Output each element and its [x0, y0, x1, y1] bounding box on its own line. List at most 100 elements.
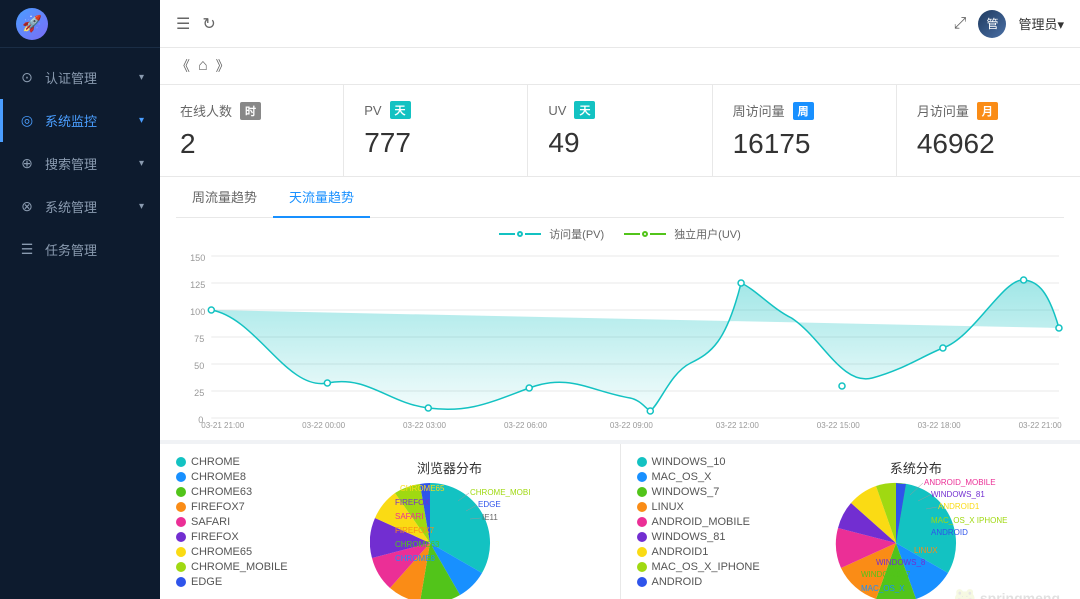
svg-text:ANDROID: ANDROID — [931, 528, 968, 537]
legend-color-win81 — [637, 532, 647, 542]
system-pie-svg: ANDROID_MOBILE WINDOWS_81 ANDROID1 MAC_O… — [816, 473, 1016, 599]
system-icon: ⊗ — [19, 198, 35, 215]
legend-edge: EDGE — [176, 576, 288, 588]
sidebar-label-tasks: 任务管理 — [45, 240, 97, 259]
legend-color-android-mobile — [637, 517, 647, 527]
svg-text:WINDOWS_8: WINDOWS_8 — [876, 558, 926, 567]
svg-text:100: 100 — [190, 307, 205, 317]
admin-label[interactable]: 管理员▾ — [1018, 14, 1064, 33]
topbar: ☰ ↻ ⤢ 管 管理员▾ — [160, 0, 1080, 48]
monitor-icon: ◎ — [19, 112, 35, 129]
svg-text:25: 25 — [194, 388, 204, 398]
legend-pv: 访问量(PV) — [499, 226, 604, 242]
tab-weekly[interactable]: 周流量趋势 — [176, 177, 273, 218]
svg-text:125: 125 — [190, 280, 205, 290]
svg-text:03-22 06:00: 03-22 06:00 — [504, 421, 548, 428]
legend-android-mobile: ANDROID_MOBILE — [637, 516, 760, 528]
chart-section: 周流量趋势 天流量趋势 访问量(PV) — [160, 177, 1080, 440]
svg-text:CHROME_MOBILE: CHROME_MOBILE — [470, 488, 530, 497]
legend-color-safari — [176, 517, 186, 527]
legend-chrome-mobile: CHROME_MOBILE — [176, 561, 288, 573]
logo-icon: 🚀 — [16, 8, 48, 40]
legend-color-chrome-mobile — [176, 562, 186, 572]
legend-firefox: FIREFOX — [176, 531, 288, 543]
svg-text:LINUX: LINUX — [914, 546, 938, 555]
browser-pie-title: 浏览器分布 — [417, 458, 482, 477]
legend-chrome63: CHROME63 — [176, 486, 288, 498]
sidebar-item-tasks[interactable]: ☰ 任务管理 — [0, 228, 160, 271]
legend-android: ANDROID — [637, 576, 760, 588]
legend-win10: WINDOWS_10 — [637, 456, 760, 468]
system-pie-area: 系统分布 — [768, 456, 1064, 599]
home-icon[interactable]: ⌂ — [198, 57, 208, 75]
browser-panel: CHROME CHROME8 CHROME63 FIREFOX7 — [160, 444, 621, 599]
stat-uv: UV 天 49 — [528, 85, 712, 176]
tab-daily[interactable]: 天流量趋势 — [273, 177, 370, 218]
system-pie-title: 系统分布 — [890, 458, 942, 477]
stat-badge-pv: 天 — [390, 101, 411, 119]
svg-text:CHROME8: CHROME8 — [395, 554, 436, 563]
chart-tabs: 周流量趋势 天流量趋势 — [176, 177, 1064, 218]
legend-color-win10 — [637, 457, 647, 467]
search-icon: ⊕ — [19, 155, 35, 172]
content-area: 《 ⌂ 》 在线人数 时 2 PV 天 777 UV — [160, 48, 1080, 599]
browser-pie-area: 浏览器分布 — [296, 456, 604, 599]
system-legend: WINDOWS_10 MAC_OS_X WINDOWS_7 LINUX — [637, 456, 760, 599]
legend-firefox7: FIREFOX7 — [176, 501, 288, 513]
legend-color-edge — [176, 577, 186, 587]
svg-text:MAC_OS_X: MAC_OS_X — [861, 584, 905, 593]
legend-color-firefox7 — [176, 502, 186, 512]
browser-legend: CHROME CHROME8 CHROME63 FIREFOX7 — [176, 456, 288, 599]
menu-icon[interactable]: ☰ — [176, 14, 190, 34]
expand-icon[interactable]: ⤢ — [954, 15, 967, 33]
sidebar-label-monitor: 系统监控 — [45, 111, 97, 130]
svg-text:FIREFOX7: FIREFOX7 — [395, 526, 435, 535]
stat-badge-uv: 天 — [574, 101, 595, 119]
svg-text:03-22 09:00: 03-22 09:00 — [610, 421, 654, 428]
svg-text:IE11: IE11 — [482, 513, 498, 522]
chart-container: 0 25 50 75 100 125 150 — [176, 248, 1064, 428]
bottom-section: CHROME CHROME8 CHROME63 FIREFOX7 — [160, 444, 1080, 599]
legend-color-chrome8 — [176, 472, 186, 482]
tasks-icon: ☰ — [19, 241, 35, 258]
svg-text:EDGE: EDGE — [478, 500, 501, 509]
chevron-icon-monitor: ▾ — [139, 115, 144, 126]
svg-text:CHROME65: CHROME65 — [400, 484, 445, 493]
stat-online: 在线人数 时 2 — [160, 85, 344, 176]
sidebar-item-search[interactable]: ⊕ 搜索管理 ▾ — [0, 142, 160, 185]
stat-monthly: 月访问量 月 46962 — [897, 85, 1080, 176]
legend-color-chrome65 — [176, 547, 186, 557]
sidebar-label-system: 系统管理 — [45, 197, 97, 216]
stat-label-weekly: 周访问量 — [733, 101, 785, 120]
sidebar-logo: 🚀 — [0, 0, 160, 48]
browser-pie-svg: CHROME_MOBILE EDGE IE11 CHROME65 FIREFOX… — [370, 473, 530, 599]
legend-color-android1 — [637, 547, 647, 557]
collapse-icon[interactable]: 《 — [176, 56, 190, 76]
chart-svg: 0 25 50 75 100 125 150 — [176, 248, 1064, 428]
svg-text:CHROME63: CHROME63 — [395, 540, 440, 549]
svg-text:75: 75 — [194, 334, 204, 344]
svg-text:03-22 00:00: 03-22 00:00 — [302, 421, 346, 428]
expand-right-icon[interactable]: 》 — [216, 56, 230, 76]
stat-value-weekly: 16175 — [733, 128, 876, 160]
stat-badge-online: 时 — [240, 102, 261, 120]
svg-text:FIREFOX: FIREFOX — [395, 498, 430, 507]
sidebar: 🚀 ⊙ 认证管理 ▾ ◎ 系统监控 ▾ ⊕ 搜索管理 ▾ ⊗ — [0, 0, 160, 599]
sidebar-item-system[interactable]: ⊗ 系统管理 ▾ — [0, 185, 160, 228]
legend-color-chrome63 — [176, 487, 186, 497]
chart-legend: 访问量(PV) 独立用户(UV) — [176, 226, 1064, 242]
svg-text:MAC_OS_X IPHONE: MAC_OS_X IPHONE — [931, 516, 1007, 525]
svg-text:03-21 21:00: 03-21 21:00 — [201, 421, 245, 428]
chevron-icon-system: ▾ — [139, 201, 144, 212]
legend-android1: ANDROID1 — [637, 546, 760, 558]
sidebar-label-search: 搜索管理 — [45, 154, 97, 173]
stat-value-uv: 49 — [548, 127, 691, 159]
stat-value-monthly: 46962 — [917, 128, 1060, 160]
refresh-icon[interactable]: ↻ — [202, 14, 215, 34]
stat-label-uv: UV — [548, 103, 566, 118]
sidebar-item-monitor[interactable]: ◎ 系统监控 ▾ — [0, 99, 160, 142]
stat-label-pv: PV — [364, 103, 381, 118]
svg-text:03-22 15:00: 03-22 15:00 — [817, 421, 861, 428]
sidebar-item-auth[interactable]: ⊙ 认证管理 ▾ — [0, 56, 160, 99]
main-area: ☰ ↻ ⤢ 管 管理员▾ 《 ⌂ 》 在线人数 时 2 — [160, 0, 1080, 599]
